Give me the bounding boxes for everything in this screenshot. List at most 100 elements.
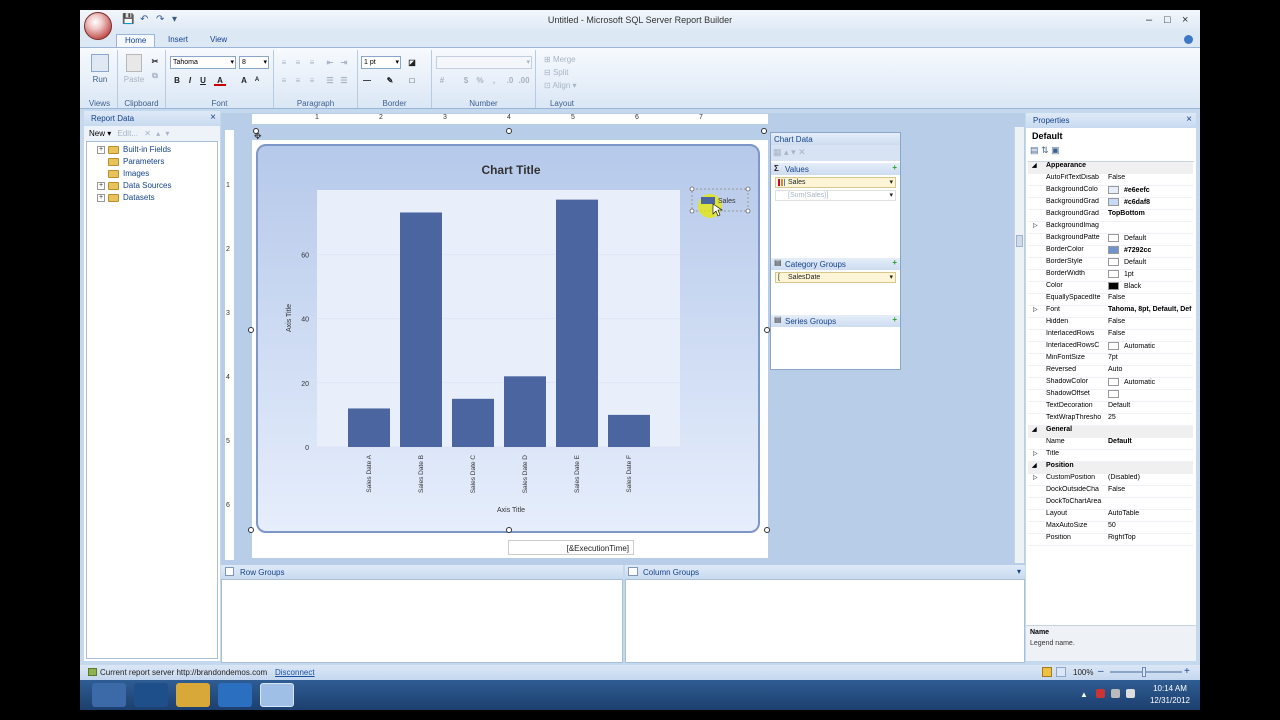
chevron-down-icon[interactable]: ▾ xyxy=(889,191,893,200)
property-value[interactable]: AutoTable xyxy=(1108,510,1193,517)
merge-button[interactable]: ⊞ Merge xyxy=(544,55,576,64)
property-row[interactable]: DockToChartArea xyxy=(1028,498,1193,510)
border-color-icon[interactable]: ✎ xyxy=(384,75,396,86)
property-row[interactable]: DockOutsideCha False xyxy=(1028,486,1193,498)
expand-icon[interactable]: + xyxy=(97,193,105,202)
property-row[interactable]: ▷ Font Tahoma, 8pt, Default, Def xyxy=(1028,306,1193,318)
tree-item-data-sources[interactable]: + Data Sources xyxy=(97,181,171,190)
property-row[interactable]: ▷ BackgroundImag xyxy=(1028,222,1193,234)
expand-icon[interactable]: + xyxy=(97,181,105,190)
property-value[interactable]: Auto xyxy=(1108,366,1193,373)
move-up-icon[interactable]: ▴ xyxy=(156,129,160,138)
property-value[interactable]: Default xyxy=(1108,438,1193,445)
border-width-combo[interactable]: 1 pt ▾ xyxy=(361,56,401,69)
internet-explorer-icon[interactable] xyxy=(218,683,252,707)
edit-button[interactable]: Edit... xyxy=(118,129,138,138)
align-left-icon[interactable]: ≡ xyxy=(278,75,290,86)
align-button[interactable]: ⊡ Align ▾ xyxy=(544,81,577,90)
tree-item-images[interactable]: Images xyxy=(108,169,149,178)
resize-handle[interactable] xyxy=(764,527,770,533)
resize-handle[interactable] xyxy=(253,128,259,134)
server-manager-icon[interactable] xyxy=(92,683,126,707)
sort-az-icon[interactable]: ⇅ xyxy=(1041,145,1049,155)
tree-item-built-in-fields[interactable]: + Built-in Fields xyxy=(97,145,171,154)
application-menu-button[interactable] xyxy=(84,12,112,40)
align-right-icon[interactable]: ≡ xyxy=(306,75,318,86)
shrink-font-icon[interactable]: A xyxy=(251,75,263,86)
tree-item-parameters[interactable]: Parameters xyxy=(108,157,164,166)
volume-icon[interactable] xyxy=(1126,689,1135,698)
property-value[interactable] xyxy=(1108,390,1193,398)
collapse-icon[interactable]: ◢ xyxy=(1032,426,1037,433)
increase-indent-icon[interactable]: ⇥ xyxy=(338,57,350,68)
tab-insert[interactable]: Insert xyxy=(160,34,196,45)
comma-icon[interactable]: , xyxy=(488,75,500,86)
property-value[interactable]: False xyxy=(1108,318,1193,325)
property-row[interactable]: TextWrapThresho 25 xyxy=(1028,414,1193,426)
property-row[interactable]: Name Default xyxy=(1028,438,1193,450)
property-value[interactable]: 1pt xyxy=(1108,270,1193,278)
placeholder-styles-icon[interactable]: # xyxy=(436,75,448,86)
property-value[interactable]: 7pt xyxy=(1108,354,1193,361)
resize-handle[interactable] xyxy=(764,327,770,333)
increase-decimal-icon[interactable]: .0 xyxy=(504,75,516,86)
page-view-icon[interactable] xyxy=(1056,667,1066,677)
tab-view[interactable]: View xyxy=(202,34,235,45)
property-row[interactable]: TextDecoration Default xyxy=(1028,402,1193,414)
font-color-icon[interactable]: A xyxy=(214,75,226,86)
collapse-icon[interactable]: ◢ xyxy=(1032,462,1037,469)
property-row[interactable]: BackgroundColo #e6eefc xyxy=(1028,186,1193,198)
add-value-icon[interactable]: + xyxy=(892,163,897,172)
minimize-button[interactable]: – xyxy=(1146,14,1152,26)
resize-handle[interactable] xyxy=(248,527,254,533)
expand-icon[interactable]: ▷ xyxy=(1033,306,1038,313)
execution-time-textbox[interactable]: [&ExecutionTime] xyxy=(508,540,634,555)
save-icon[interactable]: 💾 xyxy=(122,14,134,25)
property-value[interactable]: Automatic xyxy=(1108,378,1193,386)
property-value[interactable]: Tahoma, 8pt, Default, Def xyxy=(1108,306,1193,313)
chevron-down-icon[interactable]: ▾ xyxy=(889,273,893,282)
property-row[interactable]: MinFontSize 7pt xyxy=(1028,354,1193,366)
property-row[interactable]: BackgroundGrad #c6daf8 xyxy=(1028,198,1193,210)
property-category[interactable]: ◢ General xyxy=(1028,426,1193,438)
property-row[interactable]: Position RightTop xyxy=(1028,534,1193,546)
series-expression[interactable]: [Sum(Sales)] ▾ xyxy=(775,190,896,201)
property-value[interactable]: RightTop xyxy=(1108,534,1193,541)
column-groups-area[interactable] xyxy=(625,579,1025,663)
new-button[interactable]: New ▾ xyxy=(89,129,111,138)
report-builder-taskbar-icon[interactable] xyxy=(260,683,294,707)
property-pages-icon[interactable]: ▣ xyxy=(1051,145,1060,155)
decrease-indent-icon[interactable]: ⇤ xyxy=(324,57,336,68)
expand-icon[interactable]: ▷ xyxy=(1033,222,1038,229)
borders-icon[interactable]: □ xyxy=(406,75,418,86)
align-top-icon[interactable]: ≡ xyxy=(278,57,290,68)
zoom-slider[interactable] xyxy=(1110,671,1182,673)
property-value[interactable]: Black xyxy=(1108,282,1193,290)
property-row[interactable]: Reversed Auto xyxy=(1028,366,1193,378)
collapse-icon[interactable]: ◢ xyxy=(1032,162,1037,169)
chevron-down-icon[interactable]: ▾ xyxy=(1017,567,1021,576)
align-bottom-icon[interactable]: ≡ xyxy=(306,57,318,68)
property-value[interactable]: (Disabled) xyxy=(1108,474,1193,481)
property-value[interactable]: Automatic xyxy=(1108,342,1193,350)
expand-icon[interactable]: + xyxy=(97,145,105,154)
property-value[interactable]: Default xyxy=(1108,234,1193,242)
help-icon[interactable] xyxy=(1184,35,1193,44)
disconnect-link[interactable]: Disconnect xyxy=(275,668,315,677)
zoom-slider-thumb[interactable] xyxy=(1142,667,1146,677)
bold-icon[interactable]: B xyxy=(171,75,183,86)
clock-time[interactable]: 10:14 AM xyxy=(1145,684,1195,693)
powershell-icon[interactable] xyxy=(134,683,168,707)
action-center-icon[interactable] xyxy=(1096,689,1105,698)
redo-icon[interactable]: ↷ xyxy=(156,14,164,25)
resize-handle[interactable] xyxy=(761,128,767,134)
font-size-combo[interactable]: 8 ▾ xyxy=(239,56,269,69)
property-category[interactable]: ◢ Position xyxy=(1028,462,1193,474)
property-row[interactable]: InterlacedRowsC Automatic xyxy=(1028,342,1193,354)
resize-handle[interactable] xyxy=(506,527,512,533)
property-row[interactable]: ▷ CustomPosition (Disabled) xyxy=(1028,474,1193,486)
underline-icon[interactable]: U xyxy=(197,75,209,86)
resize-handle[interactable] xyxy=(248,327,254,333)
property-value[interactable]: 50 xyxy=(1108,522,1193,529)
resize-handle[interactable] xyxy=(506,128,512,134)
